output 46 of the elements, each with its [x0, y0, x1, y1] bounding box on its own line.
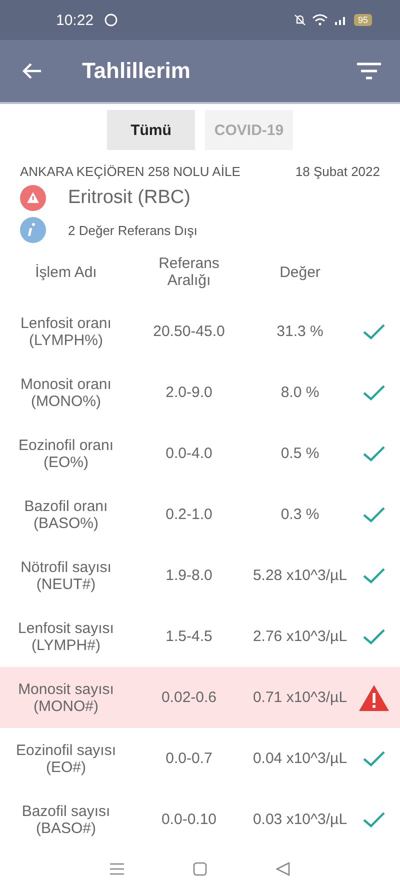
out-of-range-note: 2 Değer Referans Dışı — [68, 222, 198, 238]
value-cell-text: 0.04 x10^3/µL — [252, 750, 348, 767]
test-name-cell-text: Lenfosit oranı (LYMPH%) — [20, 314, 112, 348]
reference-range-cell-text: 0.2-1.0 — [164, 506, 214, 523]
test-name: Eritrosit (RBC) — [68, 187, 190, 209]
reference-range-cell-text: 1.9-8.0 — [164, 567, 214, 584]
wifi-icon — [312, 14, 328, 26]
test-name-cell-text: Eozinofil sayısı (EO#) — [14, 742, 118, 776]
battery-indicator: 95 — [354, 14, 372, 26]
column-header: Değer — [278, 264, 322, 280]
reference-range-cell-text: 0.0-0.10 — [160, 811, 218, 828]
test-name-cell-text: Bazofil oranı (BASO%) — [23, 498, 109, 532]
value-cell-text: 8.0 % — [280, 384, 320, 401]
warning-icon — [20, 185, 46, 211]
value-cell-text: 31.3 % — [276, 323, 324, 340]
value-cell-text: 0.71 x10^3/µL — [252, 689, 348, 706]
value-cell-text: 0.03 x10^3/µL — [252, 811, 348, 828]
test-name-cell-text: Lenfosit sayısı (LYMPH#) — [17, 620, 115, 654]
reference-range-cell-text: 2.0-9.0 — [164, 384, 214, 401]
signal-icon — [334, 14, 348, 26]
column-header: İşlem Adı — [34, 264, 98, 280]
value-cell-text: 0.5 % — [280, 445, 320, 462]
menu-icon[interactable] — [110, 863, 124, 875]
value-cell-text: 0.3 % — [280, 506, 320, 523]
reference-range-cell-text: 0.02-0.6 — [160, 689, 218, 706]
report-date: 18 Şubat 2022 — [295, 164, 380, 179]
institution-name: ANKARA KEÇİÖREN 258 NOLU AİLE — [20, 164, 240, 179]
test-name-cell-text: Bazofil sayısı (BASO#) — [20, 802, 112, 836]
column-header: Referans Aralığı — [158, 255, 220, 289]
value-cell-text: 2.76 x10^3/µL — [252, 628, 348, 645]
test-name-cell-text: Monosit sayısı (MONO#) — [17, 680, 115, 714]
back-icon[interactable] — [276, 862, 290, 876]
clock: 10:22 — [56, 12, 94, 28]
reference-range-cell-text: 0.0-0.7 — [164, 750, 214, 767]
reference-range-cell-text: 0.0-4.0 — [164, 445, 214, 462]
info-icon — [20, 217, 46, 243]
test-name-cell-text: Nötrofil sayısı (NEUT#) — [20, 558, 112, 592]
value-cell-text: 5.28 x10^3/µL — [252, 567, 348, 584]
bell-off-icon — [294, 14, 306, 26]
screen-title: Tahlillerim — [82, 58, 192, 84]
filter-tab[interactable]: Tümü — [107, 110, 195, 150]
reference-range-cell-text: 1.5-4.5 — [164, 628, 214, 645]
home-icon[interactable] — [192, 862, 207, 876]
test-name-cell-text: Monosit oranı (MONO%) — [20, 376, 112, 410]
test-name-cell-text: Eozinofil oranı (EO%) — [17, 436, 115, 470]
reference-range-cell-text: 20.50-45.0 — [152, 323, 226, 340]
